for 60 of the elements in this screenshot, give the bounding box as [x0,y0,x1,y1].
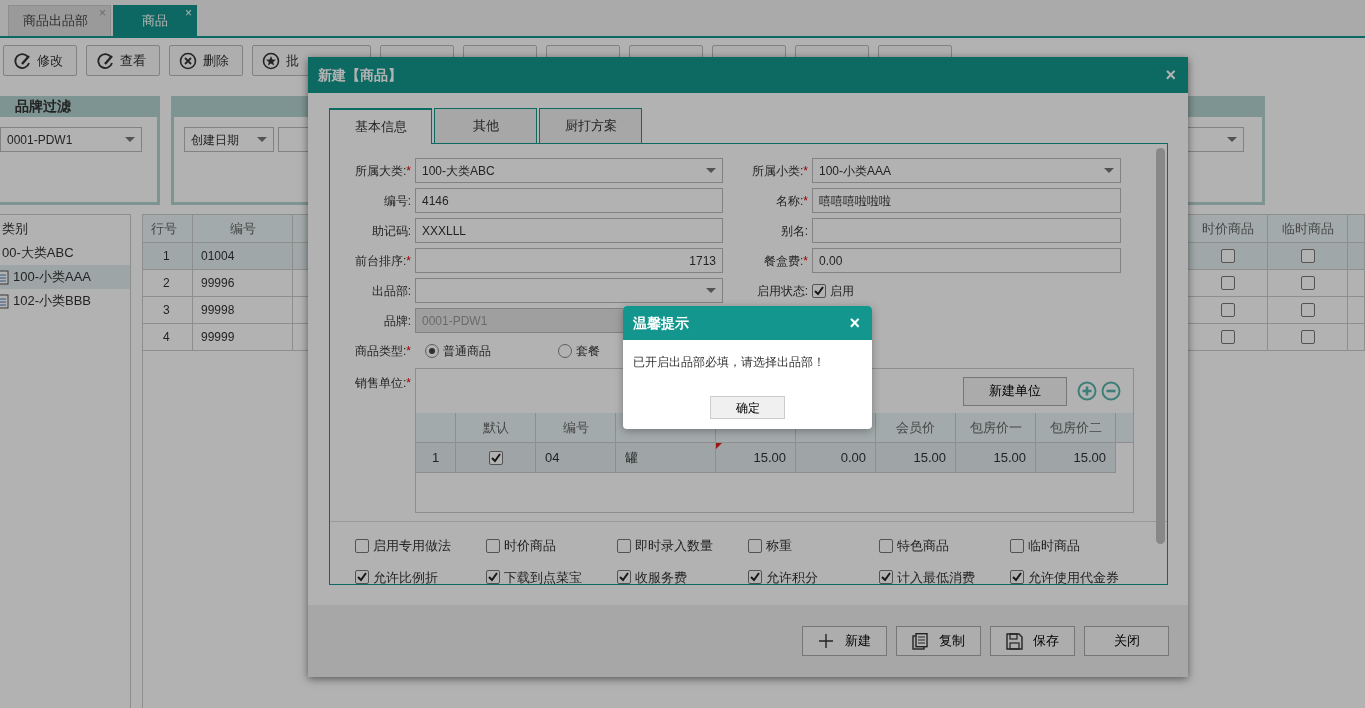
field-label: 所属小类:* [751,162,808,180]
field-label: 前台排序:* [354,252,411,270]
checkbox-label: 允许比例折 [373,568,438,587]
field-label: 别名: [779,222,808,240]
column-header: 包房价二 [1036,413,1116,442]
table-cell: 99999 [193,324,293,350]
table-cell: 15.00 [876,443,956,472]
checkbox-label: 即时录入数量 [635,537,713,555]
select-value: 0001-PDW1 [7,131,73,149]
table-cell: 99998 [193,297,293,323]
checkbox-label: 特色商品 [897,537,949,555]
radio-label: 套餐 [576,342,600,360]
alert-title: 温馨提示 [633,313,689,333]
table-cell: 4 [143,324,193,350]
select-value: 创建日期 [191,131,239,149]
checkbox-label: 临时商品 [1028,537,1080,555]
checkbox-label: 收服务费 [635,568,687,587]
panel-title: 品牌过滤 [0,96,157,117]
field-label: 出品部: [370,282,411,300]
checkbox-label: 允许使用代金券 [1028,568,1119,587]
column-header: 临时商品 [1268,215,1348,242]
field-label: 助记码: [370,222,411,240]
field-label: 所属大类:* [354,162,411,180]
column-header: 编号 [536,413,616,442]
table-cell: 0.00 [796,443,876,472]
checkbox-label: 允许积分 [766,568,818,587]
tab-label: 商品出品部 [23,12,88,31]
alert-message: 已开启出品部必填，请选择出品部！ [632,354,826,371]
column-header: 会员价 [876,413,956,442]
field-label: 启用状态: [755,282,808,300]
table-cell: 15.00 [716,443,796,472]
column-header: 编号 [193,215,293,242]
column-header: 默认 [456,413,536,442]
table-cell: 01004 [193,243,293,269]
table-cell: 1 [143,243,193,269]
dialog-title: 新建【商品】 [318,65,402,85]
tree-title: 类别 [2,220,28,239]
table-cell: 04 [536,443,616,472]
field-label: 餐盒费:* [763,252,808,270]
table-cell: 99996 [193,270,293,296]
tab-label: 商品 [142,12,168,31]
radio-label: 普通商品 [443,342,491,360]
table-cell: 1 [416,443,456,472]
checkbox-label: 时价商品 [504,537,556,555]
table-cell: 2 [143,270,193,296]
checkbox-label: 启用专用做法 [373,537,451,555]
table-cell: 3 [143,297,193,323]
checkbox-label: 启用 [830,282,854,300]
table-cell: 15.00 [1036,443,1116,472]
field-label: 商品类型:* [354,342,411,360]
table-cell: 罐 [616,443,716,472]
checkbox-label: 下载到点菜宝 [504,568,582,587]
checkbox-label: 计入最低消费 [897,568,975,587]
field-label: 编号: [382,192,411,210]
field-label: 销售单位:* [354,375,411,392]
field-label: 名称:* [775,192,808,210]
field-label: 品牌: [382,312,411,330]
column-header: 行号 [143,215,193,242]
table-cell: 15.00 [956,443,1036,472]
checkbox-label: 称重 [766,537,792,555]
